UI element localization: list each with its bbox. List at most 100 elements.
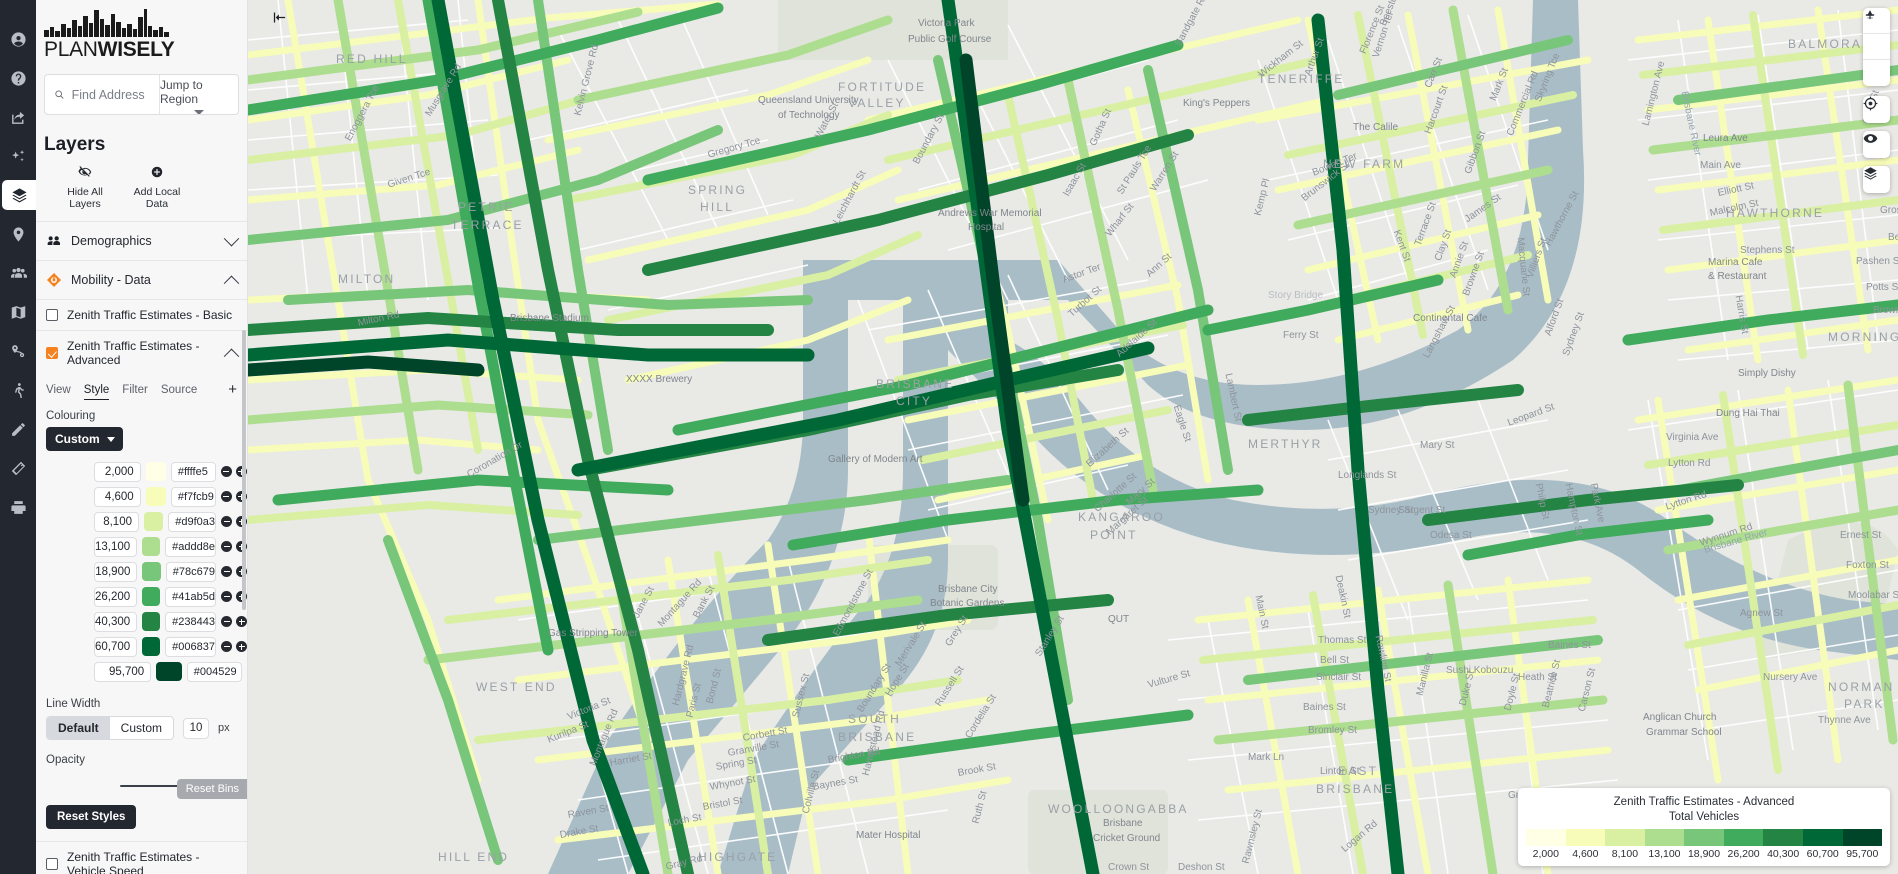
bin-value-input[interactable]: 8,100 bbox=[94, 511, 139, 532]
people-icon[interactable] bbox=[3, 258, 33, 288]
locate-button[interactable] bbox=[1863, 96, 1890, 123]
map-render bbox=[248, 0, 1898, 874]
panel-scroll-area[interactable]: PLANWISELY Jump to Region Layers Hide Al… bbox=[36, 0, 247, 874]
bin-value-input[interactable]: 13,100 bbox=[94, 536, 138, 557]
compass-icon[interactable] bbox=[1863, 10, 1890, 86]
help-icon[interactable] bbox=[3, 63, 33, 93]
group-demographics[interactable]: Demographics bbox=[36, 221, 247, 260]
layer-item-vehicle-speed[interactable]: Zenith Traffic Estimates - Vehicle Speed bbox=[36, 841, 247, 874]
bin-value-input[interactable]: 95,700 bbox=[94, 661, 152, 682]
tab-source[interactable]: Source bbox=[161, 384, 197, 400]
basemap-button[interactable] bbox=[1863, 166, 1890, 193]
chevron-up-icon bbox=[223, 348, 240, 364]
bin-row: 18,900 #78c679 bbox=[36, 559, 247, 584]
legend-swatch bbox=[1605, 829, 1645, 846]
tab-view[interactable]: View bbox=[46, 384, 71, 400]
chevron-down-icon bbox=[194, 109, 204, 114]
layers-icon[interactable] bbox=[2, 180, 36, 210]
line-width-default-option[interactable]: Default bbox=[47, 717, 110, 739]
bin-swatch[interactable] bbox=[142, 612, 161, 631]
legend-swatch bbox=[1763, 829, 1803, 846]
bin-hex-input[interactable]: #ffffe5 bbox=[170, 461, 216, 482]
address-search-box[interactable] bbox=[45, 75, 160, 114]
bin-value-input[interactable]: 60,700 bbox=[94, 636, 138, 657]
search-icon bbox=[55, 90, 64, 99]
bin-hex-input[interactable]: #238443 bbox=[165, 611, 216, 632]
bin-swatch[interactable] bbox=[156, 662, 182, 681]
legend-subtitle: Total Vehicles bbox=[1668, 811, 1740, 823]
bin-remove-button[interactable] bbox=[221, 541, 232, 552]
reset-bins-button[interactable]: Reset Bins bbox=[176, 779, 247, 799]
bin-value-input[interactable]: 18,900 bbox=[94, 561, 138, 582]
bin-hex-input[interactable]: #41ab5d bbox=[165, 586, 216, 607]
add-tab-icon[interactable]: + bbox=[228, 382, 237, 400]
colouring-dropdown[interactable]: Custom bbox=[46, 427, 123, 451]
bin-hex-input[interactable]: #006837 bbox=[165, 636, 216, 657]
route-icon[interactable] bbox=[3, 336, 33, 366]
bin-swatch[interactable] bbox=[145, 487, 166, 506]
bin-value-input[interactable]: 2,000 bbox=[94, 461, 141, 482]
bin-remove-button[interactable] bbox=[221, 566, 232, 577]
bin-swatch[interactable] bbox=[145, 462, 166, 481]
tab-filter[interactable]: Filter bbox=[122, 384, 148, 400]
zoom-out-button[interactable] bbox=[1863, 14, 1890, 60]
layer-item-traffic-advanced[interactable]: Zenith Traffic Estimates - Advanced bbox=[36, 330, 247, 375]
pencil-icon[interactable] bbox=[3, 414, 33, 444]
locate-icon bbox=[1863, 96, 1878, 111]
location-pin-icon[interactable] bbox=[3, 219, 33, 249]
panel-scrollbar[interactable] bbox=[242, 330, 246, 610]
collapse-panel-button[interactable] bbox=[268, 6, 290, 28]
jump-to-region-button[interactable]: Jump to Region bbox=[160, 75, 238, 114]
legend-swatch bbox=[1684, 829, 1724, 846]
map-zoom-controls bbox=[1863, 8, 1890, 86]
printer-icon[interactable] bbox=[3, 492, 33, 522]
colouring-label: Colouring bbox=[46, 410, 96, 422]
ruler-icon[interactable] bbox=[3, 453, 33, 483]
bin-hex-input[interactable]: #addd8e bbox=[165, 536, 216, 557]
layer-item-traffic-basic[interactable]: Zenith Traffic Estimates - Basic bbox=[36, 299, 247, 330]
line-width-custom-option[interactable]: Custom bbox=[110, 717, 173, 739]
jump-to-region-label: Jump to Region bbox=[160, 77, 203, 106]
tab-style[interactable]: Style bbox=[83, 384, 110, 400]
bin-hex-input[interactable]: #d9f0a3 bbox=[168, 511, 216, 532]
bin-swatch[interactable] bbox=[142, 562, 161, 581]
group-mobility-data[interactable]: Mobility - Data bbox=[36, 260, 247, 299]
bin-swatch[interactable] bbox=[142, 637, 161, 656]
bin-hex-input[interactable]: #78c679 bbox=[165, 561, 216, 582]
reset-styles-button[interactable]: Reset Styles bbox=[46, 805, 137, 829]
bin-value-input[interactable]: 26,200 bbox=[94, 586, 138, 607]
bin-swatch[interactable] bbox=[142, 537, 161, 556]
map-icon[interactable] bbox=[3, 297, 33, 327]
pedestrian-icon[interactable] bbox=[3, 375, 33, 405]
search-input[interactable] bbox=[71, 87, 150, 102]
bin-remove-button[interactable] bbox=[221, 616, 232, 627]
share-icon[interactable] bbox=[3, 102, 33, 132]
bin-remove-button[interactable] bbox=[220, 466, 232, 477]
line-width-input[interactable]: 10 bbox=[183, 717, 210, 739]
layer-checkbox-traffic-basic[interactable] bbox=[46, 309, 58, 321]
legend-swatch bbox=[1842, 829, 1883, 846]
bin-value-input[interactable]: 4,600 bbox=[94, 486, 141, 507]
bin-add-button[interactable] bbox=[236, 641, 247, 652]
bin-value-input[interactable]: 40,300 bbox=[94, 611, 138, 632]
add-local-data-button[interactable]: Add Local Data bbox=[126, 165, 188, 210]
layer-checkbox-traffic-advanced[interactable] bbox=[46, 347, 58, 359]
visibility-button[interactable] bbox=[1863, 131, 1890, 158]
map-canvas[interactable]: RED HILL FORTITUDE VALLEY TENERIFFE BALM… bbox=[248, 0, 1898, 874]
bin-remove-button[interactable] bbox=[221, 591, 232, 602]
bin-add-button[interactable] bbox=[236, 616, 247, 627]
hide-all-layers-button[interactable]: Hide All Layers bbox=[54, 165, 116, 210]
layer-checkbox-vehicle-speed[interactable] bbox=[46, 858, 58, 870]
legend-tick: 8,100 bbox=[1611, 848, 1639, 860]
brand-plan: PLAN bbox=[44, 38, 98, 61]
sparkle-icon[interactable] bbox=[3, 141, 33, 171]
bin-remove-button[interactable] bbox=[221, 516, 232, 527]
bin-row: 95,700 #004529 bbox=[36, 659, 247, 684]
bin-remove-button[interactable] bbox=[221, 641, 232, 652]
bin-hex-input[interactable]: #f7fcb9 bbox=[170, 486, 216, 507]
account-icon[interactable] bbox=[3, 24, 33, 54]
bin-hex-input[interactable]: #004529 bbox=[186, 661, 242, 682]
bin-remove-button[interactable] bbox=[220, 491, 232, 502]
bin-swatch[interactable] bbox=[142, 587, 161, 606]
bin-swatch[interactable] bbox=[144, 512, 164, 531]
